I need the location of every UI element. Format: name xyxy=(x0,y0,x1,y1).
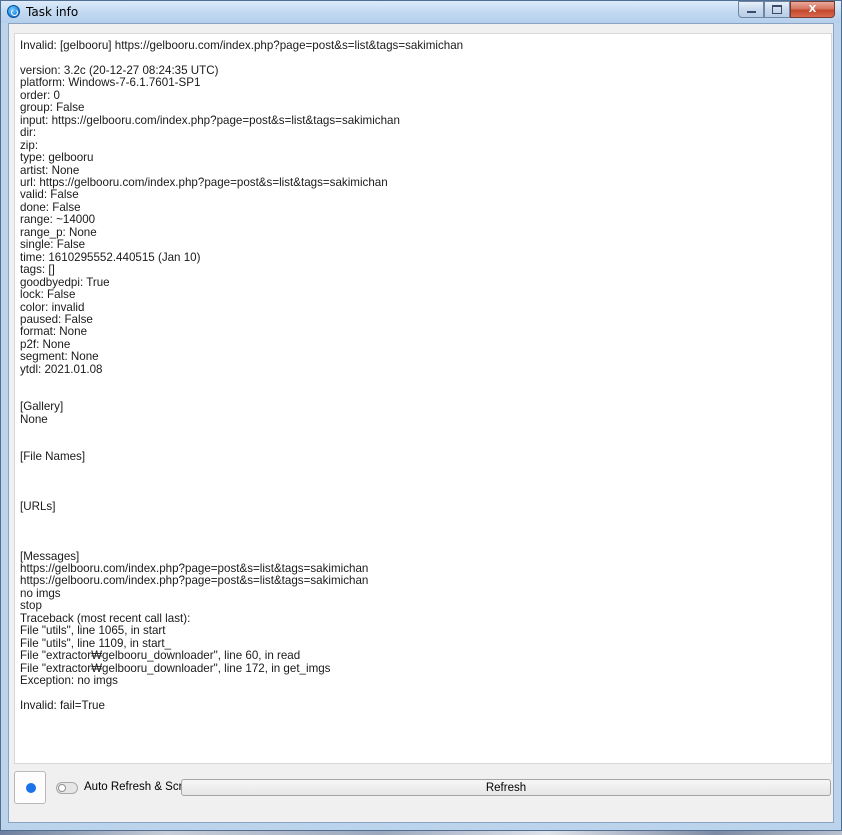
task-info-log: Invalid: [gelbooru] https://gelbooru.com… xyxy=(15,34,831,718)
log-line: tags: [] xyxy=(20,263,55,277)
log-line: input: https://gelbooru.com/index.php?pa… xyxy=(20,113,400,127)
log-line: stop xyxy=(20,599,42,613)
log-line: no imgs xyxy=(20,586,61,600)
maximize-button[interactable] xyxy=(764,1,790,18)
window-title: Task info xyxy=(26,5,79,19)
log-line: https://gelbooru.com/index.php?page=post… xyxy=(20,574,369,588)
window-client-area: Invalid: [gelbooru] https://gelbooru.com… xyxy=(8,23,834,823)
log-line: range_p: None xyxy=(20,225,97,239)
log-line: [URLs] xyxy=(20,499,56,513)
bottom-toolbar: Auto Refresh & Scroll Refresh xyxy=(14,771,832,805)
log-line: Invalid: fail=True xyxy=(20,699,105,713)
log-line: ytdl: 2021.01.08 xyxy=(20,362,103,376)
log-line: single: False xyxy=(20,238,86,252)
title-bar[interactable]: Task info X xyxy=(1,1,841,23)
task-info-text-area[interactable]: Invalid: [gelbooru] https://gelbooru.com… xyxy=(14,33,832,764)
log-line: [File Names] xyxy=(20,449,86,463)
log-line: lock: False xyxy=(20,288,76,302)
record-button[interactable] xyxy=(14,771,46,804)
minimize-button[interactable] xyxy=(738,1,764,18)
toggle-knob xyxy=(58,784,66,792)
log-line: platform: Windows-7-6.1.7601-SP1 xyxy=(20,76,201,90)
log-line: time: 1610295552.440515 (Jan 10) xyxy=(20,250,201,264)
log-line: goodbyedpi: True xyxy=(20,275,110,289)
log-line: p2f: None xyxy=(20,337,71,351)
log-line: None xyxy=(20,412,48,426)
refresh-button[interactable]: Refresh xyxy=(181,779,831,796)
log-line: File "utils", line 1065, in start xyxy=(20,624,166,638)
record-dot-icon xyxy=(26,783,36,793)
app-icon[interactable] xyxy=(7,5,20,18)
minimize-icon xyxy=(746,11,756,13)
log-line: order: 0 xyxy=(20,88,60,102)
log-line: dir: xyxy=(20,126,37,140)
log-line: paused: False xyxy=(20,312,93,326)
task-info-window: Task info X Invalid: [gelbooru] https://… xyxy=(0,0,842,831)
log-line: type: gelbooru xyxy=(20,151,94,165)
close-button[interactable]: X xyxy=(790,1,835,18)
window-controls: X xyxy=(738,1,835,19)
log-line: color: invalid xyxy=(20,300,85,314)
log-line: format: None xyxy=(20,325,88,339)
log-line: url: https://gelbooru.com/index.php?page… xyxy=(20,175,388,189)
log-line: done: False xyxy=(20,200,81,214)
auto-refresh-label: Auto Refresh & Scroll xyxy=(84,781,194,793)
log-line: File "extractor₩gelbooru_downloader", li… xyxy=(20,649,301,663)
maximize-icon xyxy=(772,5,782,14)
log-line: Exception: no imgs xyxy=(20,674,118,688)
log-line: File "extractor₩gelbooru_downloader", li… xyxy=(20,661,331,675)
auto-refresh-toggle[interactable] xyxy=(56,782,78,794)
log-line: zip: xyxy=(20,138,39,152)
log-line: valid: False xyxy=(20,188,79,202)
log-line: range: ~14000 xyxy=(20,213,96,227)
log-line: group: False xyxy=(20,101,85,115)
log-line: segment: None xyxy=(20,350,99,364)
log-line: [Gallery] xyxy=(20,400,64,414)
log-line: Invalid: [gelbooru] https://gelbooru.com… xyxy=(20,39,464,52)
